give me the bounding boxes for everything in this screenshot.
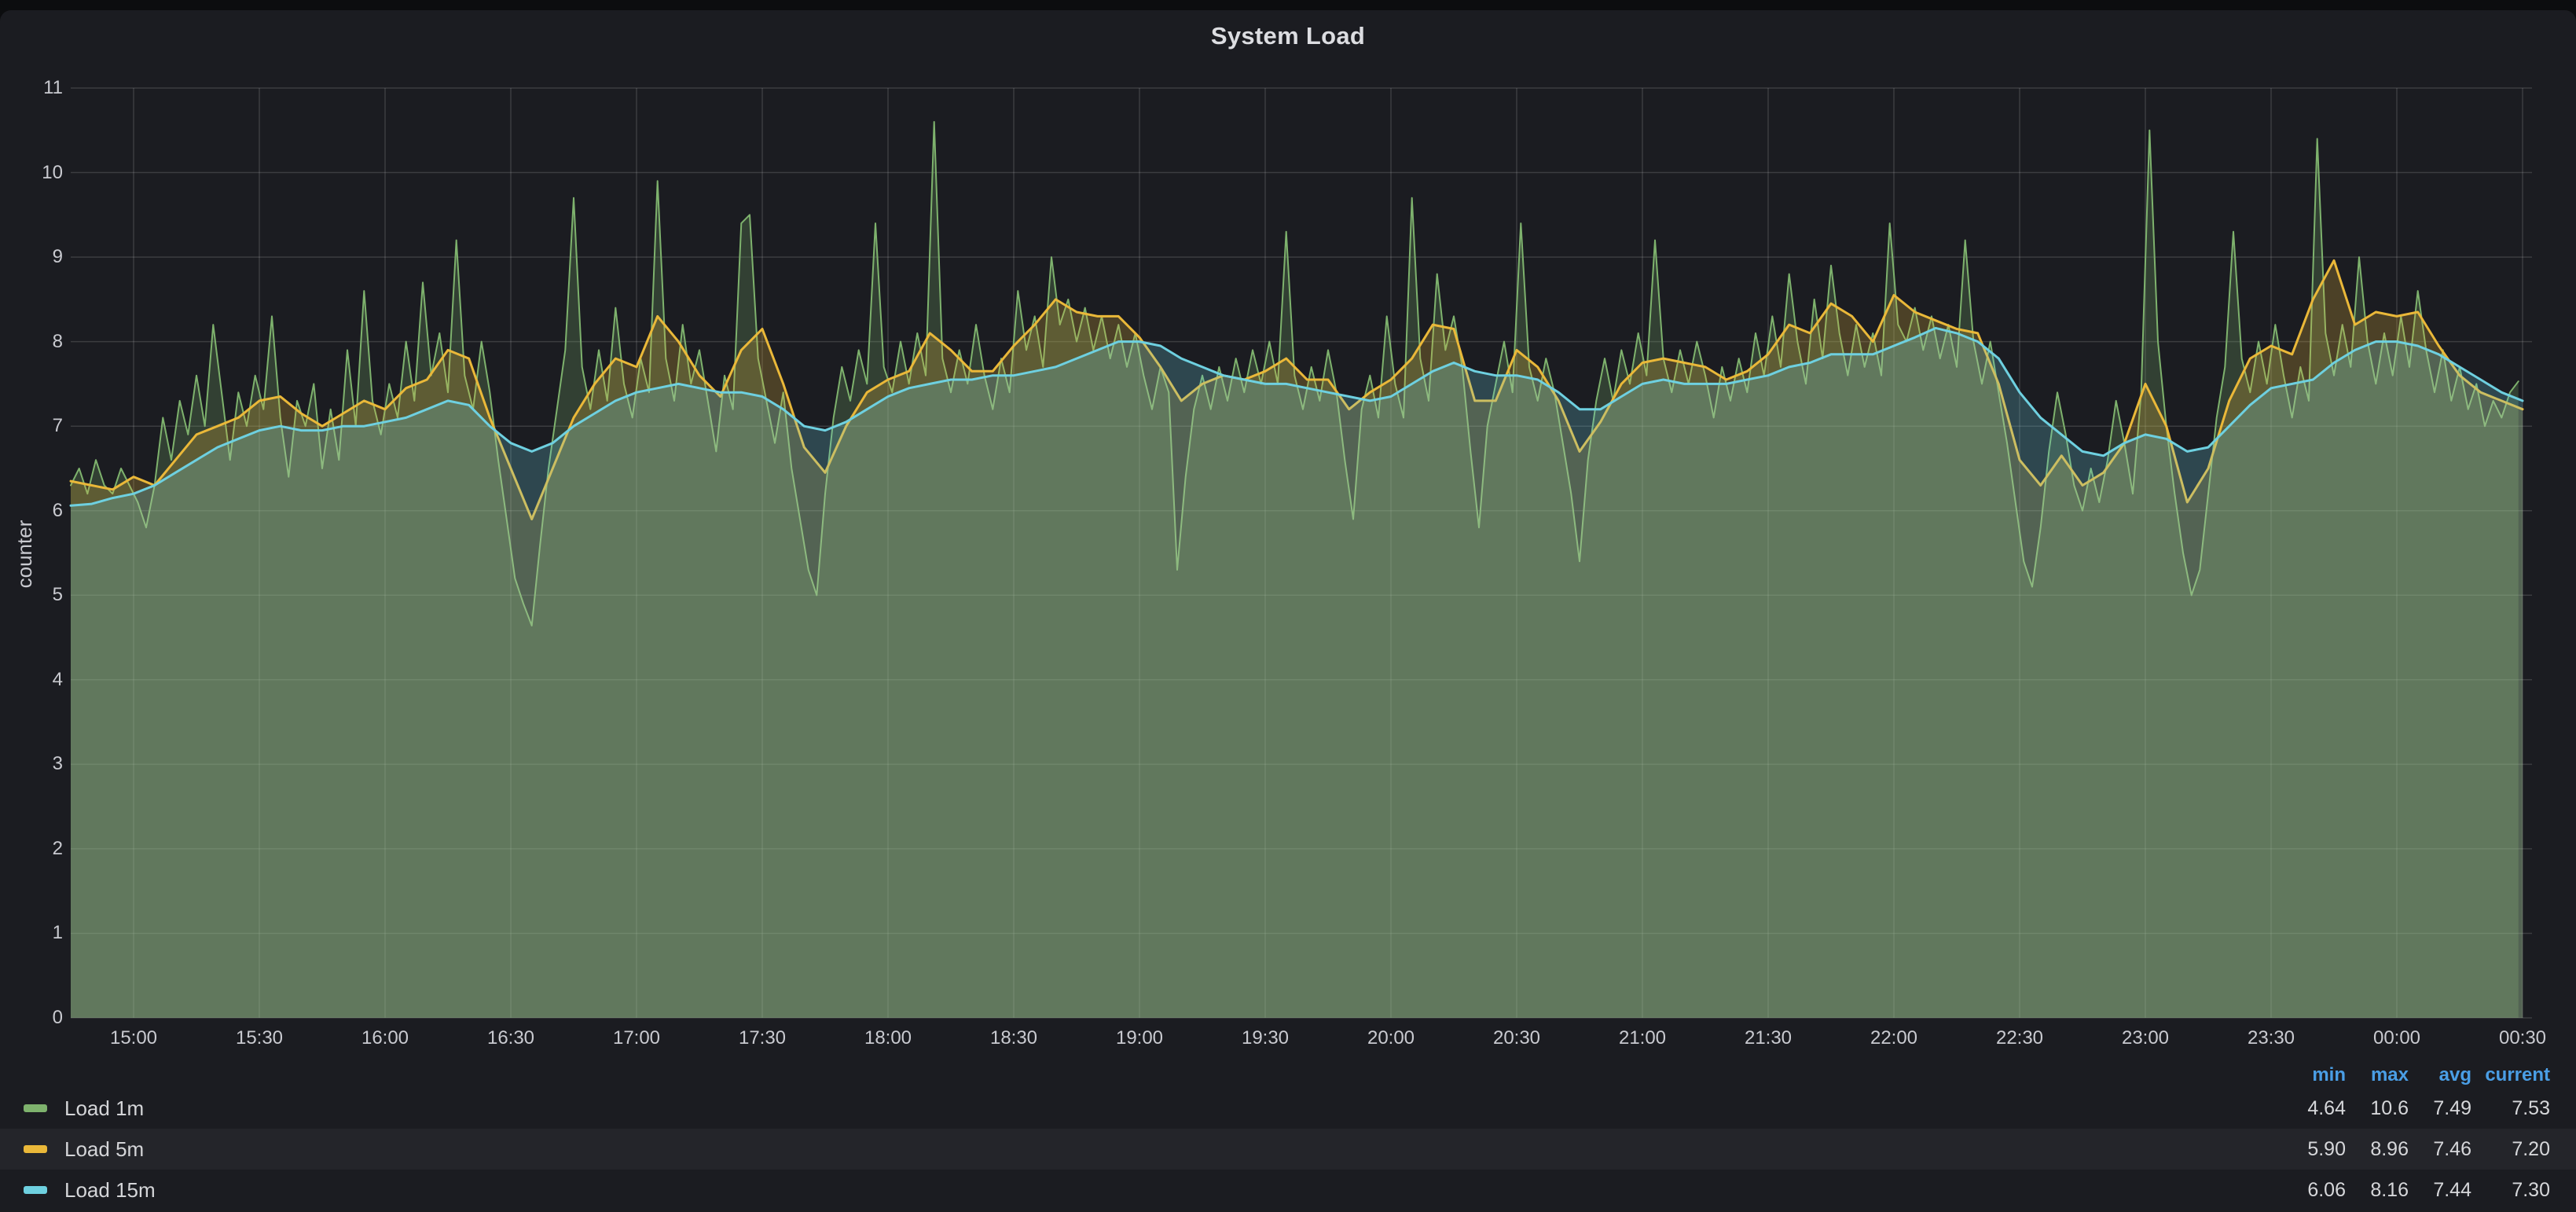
x-tick-label: 18:00 xyxy=(833,1027,943,1050)
x-tick-label: 20:30 xyxy=(1462,1027,1572,1050)
x-tick-label: 15:00 xyxy=(79,1027,189,1050)
stat-current: 7.53 xyxy=(2471,1097,2550,1120)
series-name[interactable]: Load 15m xyxy=(64,1178,156,1203)
legend-header-columns: min max avg current xyxy=(2283,1064,2550,1086)
y-tick-label: 8 xyxy=(0,330,63,354)
y-tick-label: 3 xyxy=(0,752,63,776)
series-color-swatch[interactable] xyxy=(24,1145,47,1153)
x-tick-label: 00:00 xyxy=(2342,1027,2452,1050)
legend-sort-max[interactable]: max xyxy=(2346,1064,2409,1086)
legend-sort-min[interactable]: min xyxy=(2283,1064,2346,1086)
stat-min: 6.06 xyxy=(2283,1179,2346,1202)
series-name[interactable]: Load 5m xyxy=(64,1137,144,1162)
x-tick-label: 19:30 xyxy=(1210,1027,1320,1050)
y-tick-label: 2 xyxy=(0,837,63,861)
x-tick-label: 16:30 xyxy=(456,1027,566,1050)
x-tick-label: 20:00 xyxy=(1336,1027,1446,1050)
stat-avg: 7.46 xyxy=(2409,1138,2471,1161)
x-tick-label: 18:30 xyxy=(959,1027,1069,1050)
stat-current: 7.20 xyxy=(2471,1138,2550,1161)
legend-sort-avg[interactable]: avg xyxy=(2409,1064,2471,1086)
series-color-swatch[interactable] xyxy=(24,1104,47,1112)
dashboard-page: System Load counter 01234567891011 15:00… xyxy=(0,0,2576,1212)
x-tick-label: 16:00 xyxy=(330,1027,440,1050)
x-tick-label: 15:30 xyxy=(204,1027,314,1050)
y-tick-label: 0 xyxy=(0,1006,63,1030)
y-tick-label: 9 xyxy=(0,245,63,269)
series-stats: 6.06 8.16 7.44 7.30 xyxy=(2283,1179,2550,1202)
y-tick-label: 6 xyxy=(0,499,63,523)
y-tick-label: 1 xyxy=(0,921,63,945)
y-tick-label: 11 xyxy=(0,76,63,100)
y-tick-label: 7 xyxy=(0,414,63,438)
x-tick-label: 22:30 xyxy=(1965,1027,2075,1050)
legend-row-load-1m[interactable]: Load 1m 4.64 10.6 7.49 7.53 xyxy=(0,1088,2576,1129)
x-tick-label: 17:30 xyxy=(707,1027,817,1050)
series-stats: 4.64 10.6 7.49 7.53 xyxy=(2283,1097,2550,1120)
stat-min: 5.90 xyxy=(2283,1138,2346,1161)
y-tick-label: 5 xyxy=(0,583,63,607)
stat-max: 8.96 xyxy=(2346,1138,2409,1161)
stat-avg: 7.49 xyxy=(2409,1097,2471,1120)
stat-max: 10.6 xyxy=(2346,1097,2409,1120)
stat-min: 4.64 xyxy=(2283,1097,2346,1120)
stat-max: 8.16 xyxy=(2346,1179,2409,1202)
legend-sort-current[interactable]: current xyxy=(2471,1064,2550,1086)
x-tick-label: 22:00 xyxy=(1839,1027,1949,1050)
x-tick-label: 21:00 xyxy=(1587,1027,1697,1050)
x-tick-label: 21:30 xyxy=(1713,1027,1823,1050)
legend-header: min max avg current xyxy=(0,1063,2576,1088)
legend-row-load-15m[interactable]: Load 15m 6.06 8.16 7.44 7.30 xyxy=(0,1170,2576,1210)
legend: min max avg current Load 1m 4.64 10.6 7.… xyxy=(0,1063,2576,1210)
x-tick-label: 00:30 xyxy=(2468,1027,2576,1050)
x-tick-label: 17:00 xyxy=(582,1027,692,1050)
stat-current: 7.30 xyxy=(2471,1179,2550,1202)
x-tick-label: 23:00 xyxy=(2090,1027,2200,1050)
stat-avg: 7.44 xyxy=(2409,1179,2471,1202)
legend-row-load-5m[interactable]: Load 5m 5.90 8.96 7.46 7.20 xyxy=(0,1129,2576,1170)
series-stats: 5.90 8.96 7.46 7.20 xyxy=(2283,1138,2550,1161)
y-tick-label: 10 xyxy=(0,161,63,185)
x-tick-label: 23:30 xyxy=(2216,1027,2326,1050)
series-color-swatch[interactable] xyxy=(24,1186,47,1194)
y-tick-label: 4 xyxy=(0,668,63,692)
series-name[interactable]: Load 1m xyxy=(64,1096,144,1121)
x-tick-label: 19:00 xyxy=(1084,1027,1194,1050)
